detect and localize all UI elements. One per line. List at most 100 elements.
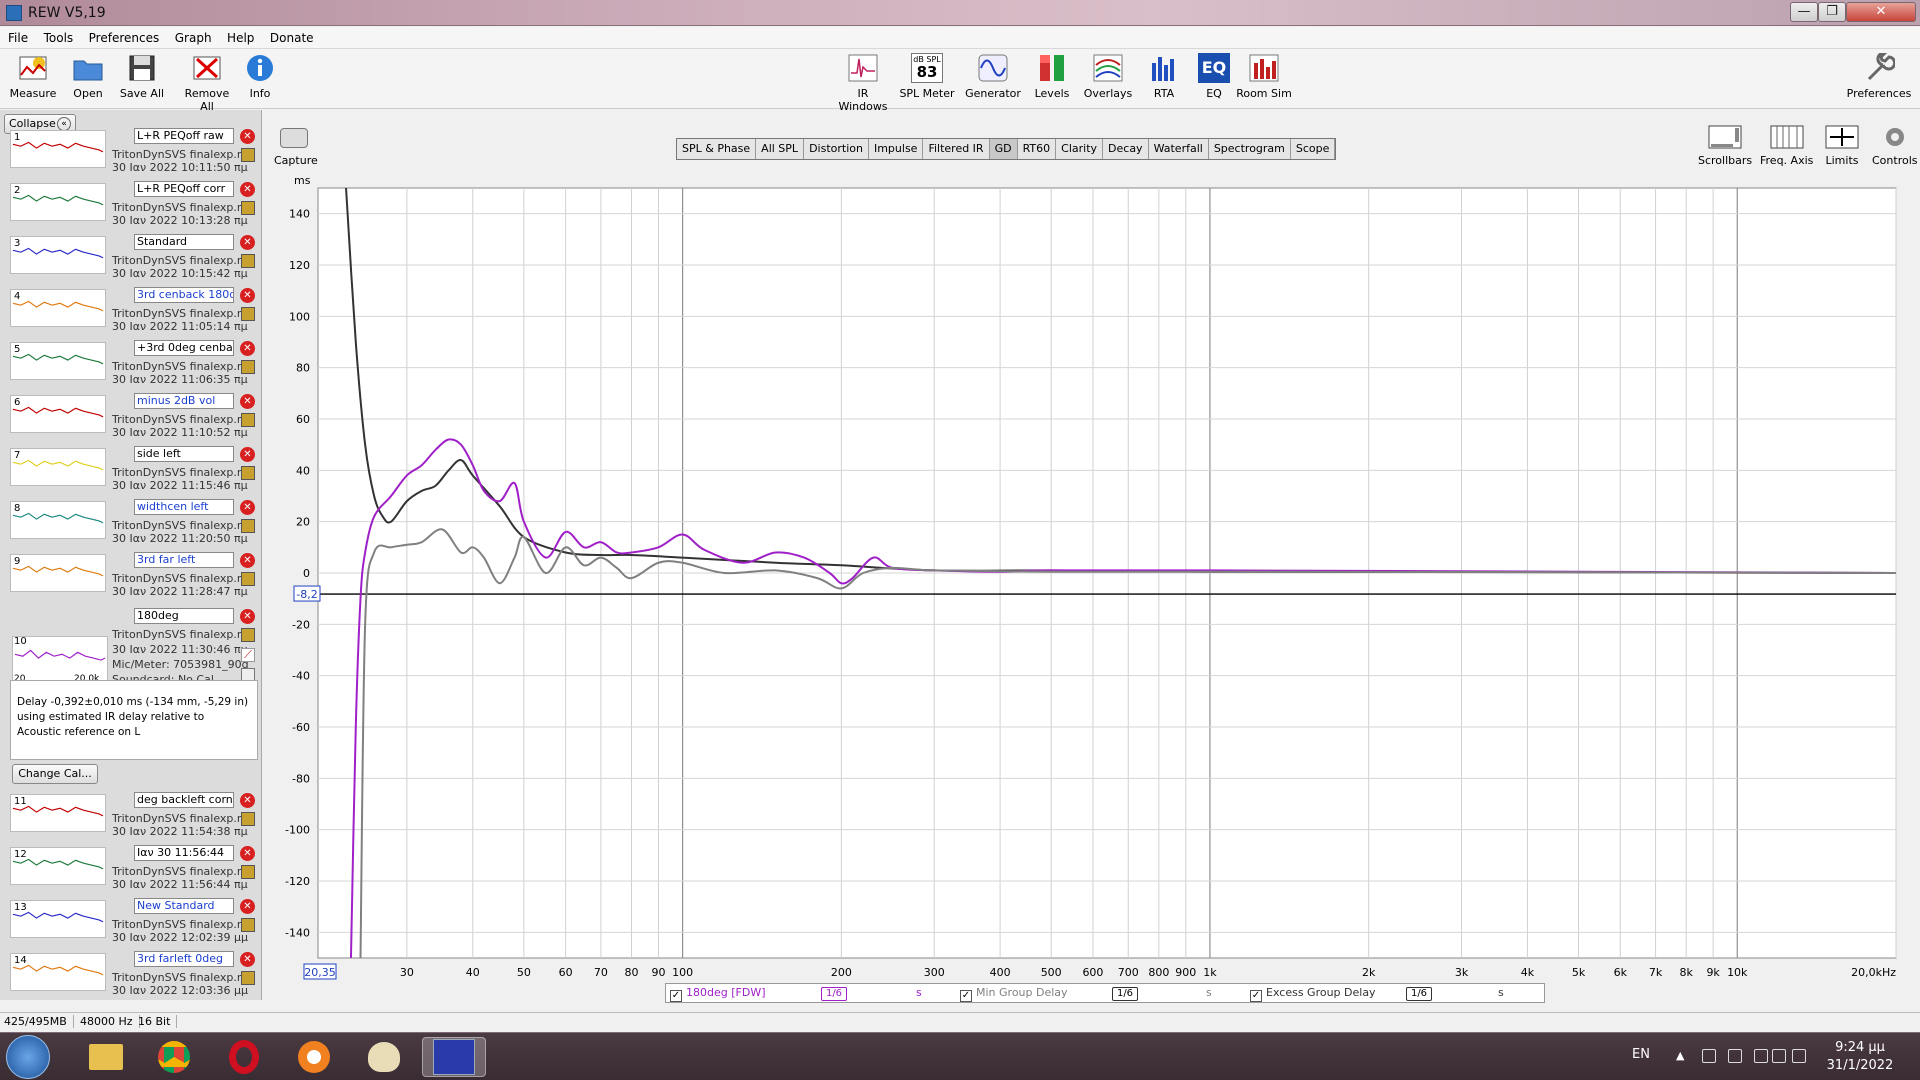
measurement-name-field[interactable]: Standard bbox=[134, 234, 234, 250]
edit-icon[interactable] bbox=[241, 918, 255, 932]
remove-measurement-icon[interactable]: ✕ bbox=[240, 952, 255, 967]
edit-icon[interactable] bbox=[241, 148, 255, 162]
tab-scope[interactable]: Scope bbox=[1291, 139, 1336, 159]
network-icon[interactable] bbox=[1772, 1049, 1786, 1063]
remove-measurement-icon[interactable]: ✕ bbox=[240, 394, 255, 409]
measurement-item[interactable]: 8 widthcen left ✕ TritonDynSVS finalexp.m 30… bbox=[4, 487, 258, 545]
limits-button[interactable]: Limits bbox=[1824, 124, 1860, 167]
tab-spectrogram[interactable]: Spectrogram bbox=[1209, 139, 1291, 159]
save-all-button[interactable]: Save All bbox=[112, 53, 172, 100]
overlays-button[interactable]: Overlays bbox=[1078, 53, 1138, 100]
freq-axis-button[interactable]: Freq. Axis bbox=[1760, 124, 1813, 167]
opera-taskbar-button[interactable] bbox=[212, 1037, 276, 1077]
remove-measurement-icon[interactable]: ✕ bbox=[240, 182, 255, 197]
tab-spl-phase[interactable]: SPL & Phase bbox=[677, 139, 757, 159]
measurement-name-field[interactable]: minus 2dB vol bbox=[134, 393, 234, 409]
measurement-item[interactable]: 1 L+R PEQoff raw ✕ TritonDynSVS finalexp.m 3… bbox=[4, 116, 258, 174]
spl-meter-button[interactable]: dB SPL 83 SPL Meter bbox=[897, 53, 957, 100]
remove-measurement-icon[interactable]: ✕ bbox=[240, 129, 255, 144]
measurement-item[interactable]: 14 3rd farleft 0deg ✕ TritonDynSVS finalexp… bbox=[4, 939, 258, 997]
measurement-item[interactable]: 9 3rd far left ✕ TritonDynSVS finalexp.m 30 … bbox=[4, 540, 258, 598]
maximize-button[interactable]: ❐ bbox=[1818, 2, 1846, 22]
generator-button[interactable]: Generator bbox=[963, 53, 1023, 100]
measurement-name-field[interactable]: widthcen left bbox=[134, 499, 234, 515]
room-sim-button[interactable]: Room Sim bbox=[1234, 53, 1294, 100]
levels-button[interactable]: Levels bbox=[1022, 53, 1082, 100]
capture-button[interactable]: Capture bbox=[274, 128, 318, 167]
checkbox-excess-group-delay[interactable]: ✓ bbox=[1250, 990, 1262, 1002]
edit-icon[interactable] bbox=[241, 812, 255, 826]
edit-icon[interactable] bbox=[241, 254, 255, 268]
smoothing-fdw[interactable]: 1/6 bbox=[821, 986, 847, 1001]
edit-icon[interactable] bbox=[241, 971, 255, 985]
paint-taskbar-button[interactable] bbox=[352, 1037, 416, 1077]
scrollbars-button[interactable]: Scrollbars bbox=[1698, 124, 1752, 167]
measurement-name-field[interactable]: New Standard bbox=[134, 898, 234, 914]
remove-measurement-icon[interactable]: ✕ bbox=[240, 793, 255, 808]
rew-taskbar-button[interactable] bbox=[422, 1037, 486, 1077]
edit-icon[interactable] bbox=[241, 628, 255, 642]
edit-icon[interactable] bbox=[241, 865, 255, 879]
tray-arrow-icon[interactable]: ▲ bbox=[1676, 1049, 1690, 1063]
menu-tools[interactable]: Tools bbox=[36, 27, 78, 45]
remove-measurement-icon[interactable]: ✕ bbox=[240, 288, 255, 303]
checkbox-fdw[interactable]: ✓ bbox=[670, 990, 682, 1002]
measurement-item[interactable]: 5 +3rd 0deg cenback ✕ TritonDynSVS finalexp… bbox=[4, 328, 258, 386]
measurement-name-field[interactable]: deg backleft corner bbox=[134, 792, 234, 808]
explorer-taskbar-button[interactable] bbox=[74, 1037, 138, 1077]
remove-measurement-icon[interactable]: ✕ bbox=[240, 235, 255, 250]
measurement-name-field[interactable]: 3rd farleft 0deg bbox=[134, 951, 234, 967]
smoothing-excess-group-delay[interactable]: 1/6 bbox=[1406, 986, 1432, 1001]
chrome-taskbar-button[interactable] bbox=[142, 1037, 206, 1077]
tab-decay[interactable]: Decay bbox=[1103, 139, 1149, 159]
remove-measurement-icon[interactable]: ✕ bbox=[240, 846, 255, 861]
edit-icon[interactable] bbox=[241, 466, 255, 480]
start-button[interactable] bbox=[6, 1035, 50, 1079]
measurement-item[interactable]: 2 L+R PEQoff corr ✕ TritonDynSVS finalexp.m… bbox=[4, 169, 258, 227]
checkbox-min-group-delay[interactable]: ✓ bbox=[960, 990, 972, 1002]
legend-item-excess-group-delay[interactable]: ✓ Excess Group Delay bbox=[1250, 986, 1376, 1002]
measurement-name-field[interactable]: side left bbox=[134, 446, 234, 462]
edit-icon[interactable] bbox=[241, 307, 255, 321]
measurement-item[interactable]: 6 minus 2dB vol ✕ TritonDynSVS finalexp.m 30… bbox=[4, 381, 258, 439]
remove-measurement-icon[interactable]: ✕ bbox=[240, 341, 255, 356]
measurement-name-field[interactable]: +3rd 0deg cenback bbox=[134, 340, 234, 356]
menu-preferences[interactable]: Preferences bbox=[81, 27, 164, 45]
close-button[interactable]: ✕ bbox=[1846, 2, 1916, 22]
tab-clarity[interactable]: Clarity bbox=[1056, 139, 1104, 159]
tab-distortion[interactable]: Distortion bbox=[804, 139, 869, 159]
edit-icon[interactable] bbox=[241, 201, 255, 215]
menu-graph[interactable]: Graph bbox=[167, 27, 216, 45]
menu-file[interactable]: File bbox=[0, 27, 32, 45]
measurement-item[interactable]: 7 side left ✕ TritonDynSVS finalexp.m 30 Ιαν… bbox=[4, 434, 258, 492]
remove-all-button[interactable]: Remove All bbox=[177, 53, 237, 113]
controls-button[interactable]: Controls bbox=[1872, 124, 1918, 167]
open-button[interactable]: Open bbox=[58, 53, 118, 100]
firefox-taskbar-button[interactable] bbox=[282, 1037, 346, 1077]
preferences-button[interactable]: Preferences bbox=[1846, 53, 1912, 100]
info-button[interactable]: Info bbox=[230, 53, 290, 100]
group-delay-graph[interactable]: 140120100806040200-20-40-60-80-100-120-1… bbox=[268, 176, 1908, 984]
menu-donate[interactable]: Donate bbox=[262, 27, 318, 45]
tab-all-spl[interactable]: All SPL bbox=[756, 139, 805, 159]
measurement-name-field[interactable]: 3rd cenback 180de bbox=[134, 287, 234, 303]
legend-item-fdw[interactable]: ✓ 180deg [FDW] bbox=[670, 986, 765, 1002]
measurement-name-field[interactable]: 3rd far left bbox=[134, 552, 234, 568]
edit-icon[interactable] bbox=[241, 360, 255, 374]
remove-measurement-icon[interactable]: ✕ bbox=[240, 899, 255, 914]
measurement-name-field[interactable]: Ιαν 30 11:56:44 bbox=[134, 845, 234, 861]
minimize-button[interactable]: — bbox=[1790, 2, 1818, 22]
language-indicator[interactable]: EN bbox=[1632, 1047, 1650, 1062]
edit-icon[interactable] bbox=[241, 519, 255, 533]
remove-measurement-icon[interactable]: ✕ bbox=[240, 447, 255, 462]
remove-measurement-icon[interactable]: ✕ bbox=[240, 500, 255, 515]
tab-waterfall[interactable]: Waterfall bbox=[1149, 139, 1209, 159]
power-icon[interactable] bbox=[1754, 1049, 1768, 1063]
measure-button[interactable]: Measure bbox=[3, 53, 63, 100]
tab-gd[interactable]: GD bbox=[989, 139, 1018, 159]
measurement-item[interactable]: 11 deg backleft corner ✕ TritonDynSVS final… bbox=[4, 780, 258, 838]
legend-item-min-group-delay[interactable]: ✓ Min Group Delay bbox=[960, 986, 1068, 1002]
menu-help[interactable]: Help bbox=[219, 27, 258, 45]
measurement-name-field[interactable]: 180deg bbox=[134, 608, 234, 624]
edit-icon[interactable] bbox=[241, 572, 255, 586]
